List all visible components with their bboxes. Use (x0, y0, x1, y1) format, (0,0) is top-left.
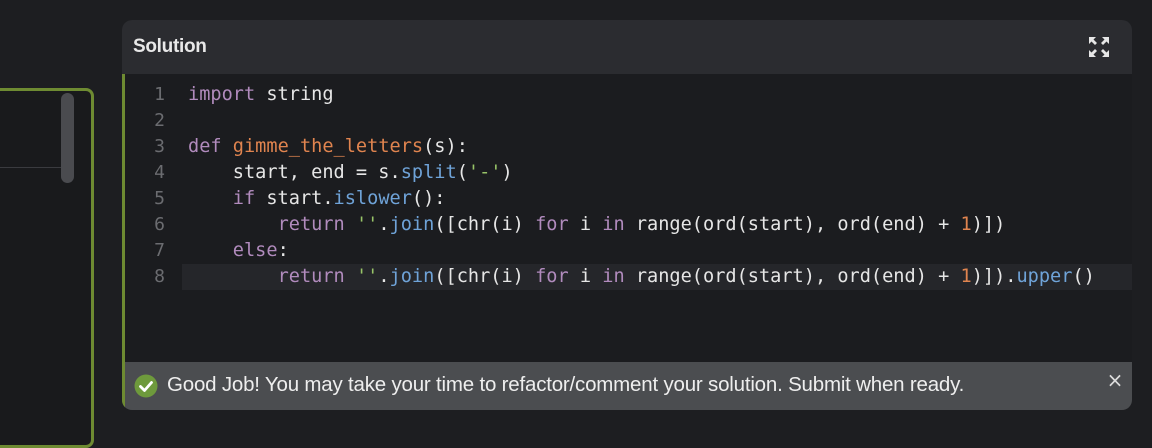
code-token: return (277, 214, 345, 235)
code-token: join (389, 214, 435, 235)
line-code[interactable]: return ''.join([chr(i) for i in range(or… (188, 264, 1095, 290)
line-code[interactable]: start, end = s.split('-') (188, 160, 513, 186)
code-token: '' (355, 214, 379, 235)
code-token: . (378, 214, 390, 235)
code-token: (s): (423, 136, 468, 157)
code-token: () (1072, 266, 1095, 287)
code-token: ) (501, 162, 513, 183)
code-line[interactable]: 7 else: (125, 238, 1132, 264)
code-token: range(ord(start), ord(end) + (624, 266, 961, 287)
line-number: 2 (154, 110, 165, 131)
code-token: ( (456, 162, 468, 183)
code-token: else (232, 240, 278, 261)
code-token: start. (255, 188, 334, 209)
code-token: . (378, 266, 390, 287)
code-token: 1 (960, 266, 972, 287)
code-line[interactable]: 1 import string (125, 82, 1132, 108)
code-token: )]). (971, 266, 1017, 287)
line-code[interactable]: else: (188, 238, 289, 264)
line-number: 7 (154, 240, 165, 261)
code-line[interactable]: 8 return ''.join([chr(i) for i in range(… (125, 264, 1132, 290)
check-circle-icon (134, 374, 158, 398)
code-token: import (188, 84, 256, 105)
code-token: (): (411, 188, 446, 209)
line-code[interactable]: import string (188, 82, 334, 108)
code-token: string (255, 84, 334, 105)
code-editor[interactable]: 1 import string 2 3 def gimme_the_letters(s)… (122, 74, 1132, 410)
code-token: )]) (971, 214, 1006, 235)
line-code[interactable]: def gimme_the_letters(s): (188, 134, 468, 160)
line-number: 6 (154, 214, 165, 235)
line-number: 3 (154, 136, 165, 157)
success-notification: Good Job! You may take your time to refa… (122, 362, 1132, 410)
left-panel (0, 88, 94, 448)
panel-title: Solution (133, 36, 207, 57)
code-token: for (535, 214, 569, 235)
code-token: upper (1016, 266, 1073, 287)
line-number: 1 (154, 84, 165, 105)
code-line[interactable]: 2 (125, 108, 1132, 134)
code-line[interactable]: 5 if start.islower(): (125, 186, 1132, 212)
code-token: for (535, 266, 569, 287)
code-token: join (389, 266, 435, 287)
code-token: ([chr(i) (434, 214, 536, 235)
code-token: '' (355, 266, 379, 287)
line-code[interactable]: return ''.join([chr(i) for i in range(or… (188, 212, 1006, 238)
panel-header: Solution (122, 20, 1132, 74)
code-token: i (568, 214, 603, 235)
code-line[interactable]: 4 start, end = s.split('-') (125, 160, 1132, 186)
line-number: 8 (154, 266, 165, 287)
code-token: return (277, 266, 345, 287)
code-token: start, end = s. (188, 162, 401, 183)
code-token: ([chr(i) (434, 266, 536, 287)
notification-message: Good Job! You may take your time to refa… (167, 373, 965, 396)
code-token: 1 (960, 214, 972, 235)
line-number: 5 (154, 188, 165, 209)
code-token: def (188, 136, 222, 157)
code-token: in (602, 266, 625, 287)
expand-icon[interactable] (1088, 36, 1110, 58)
code-token: : (277, 240, 289, 261)
solution-panel: Solution 1 import string 2 3 def gimme_the_l… (122, 20, 1132, 410)
code-token: gimme_the_letters (232, 136, 424, 157)
close-icon[interactable]: × (1105, 370, 1125, 390)
code-line[interactable]: 3 def gimme_the_letters(s): (125, 134, 1132, 160)
code-token: range(ord(start), ord(end) + (624, 214, 961, 235)
code-token: '-' (467, 162, 502, 183)
line-number: 4 (154, 162, 165, 183)
code-token: i (568, 266, 603, 287)
code-token: islower (333, 188, 412, 209)
left-panel-scrollbar[interactable] (61, 93, 74, 183)
code-token: split (400, 162, 457, 183)
code-line[interactable]: 6 return ''.join([chr(i) for i in range(… (125, 212, 1132, 238)
code-token: if (232, 188, 256, 209)
left-panel-divider (0, 167, 63, 168)
line-code[interactable]: if start.islower(): (188, 186, 446, 212)
code-token: in (602, 214, 625, 235)
